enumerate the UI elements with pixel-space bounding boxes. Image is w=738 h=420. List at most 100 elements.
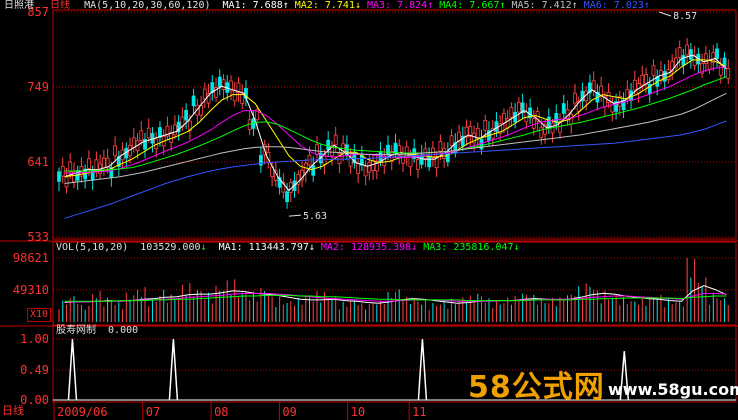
- candle-body: [87, 158, 91, 169]
- indicator-tick-label: 1.00: [20, 332, 49, 346]
- pane-frame-1: [52, 9, 737, 240]
- volume-tick-label: 49310: [13, 283, 49, 297]
- indicator-spike: [168, 338, 179, 401]
- x-tick-label: 2009/06: [57, 405, 108, 419]
- price-tick-label: 533: [27, 230, 49, 244]
- candle-body: [434, 157, 439, 169]
- candle-body: [494, 121, 499, 132]
- candle-body: [408, 156, 413, 168]
- vol-arrow: ↓: [200, 242, 207, 253]
- candle-body: [311, 165, 316, 176]
- candle-body: [397, 145, 402, 156]
- ma-line-ma1: [64, 54, 727, 192]
- candle-body: [715, 48, 719, 60]
- candle-body: [101, 157, 106, 169]
- candle-body: [685, 44, 690, 56]
- candle-body: [546, 116, 551, 128]
- x-tick-label: 09: [282, 405, 296, 419]
- indicator-spike: [67, 338, 78, 401]
- indicator-name: 股寿网制: [56, 325, 96, 336]
- candle-body: [356, 163, 361, 174]
- candle-body: [502, 113, 506, 124]
- candle-body: [191, 95, 196, 107]
- candle-body: [169, 132, 174, 143]
- candle-body: [184, 109, 189, 121]
- candle-body: [113, 145, 117, 157]
- candle-body: [632, 79, 637, 91]
- volume-unit-label: X10: [27, 308, 52, 322]
- price-header: 日照港 日线 MA(5,10,20,30,60,120) MA1: 7.688↑…: [4, 0, 650, 12]
- vol-ma-values: MA1: 113443.797↓ MA2: 128935.398↓ MA3: 235…: [213, 242, 520, 253]
- x-tick-label: 11: [412, 405, 426, 419]
- pane-frame-2: [52, 241, 737, 326]
- x-tick-label: 07: [146, 405, 160, 419]
- indicator-tick-label: 0.49: [20, 363, 49, 377]
- candle-body: [333, 134, 338, 146]
- candle-body: [449, 135, 454, 146]
- indicator-tick-label: 0.00: [20, 393, 49, 407]
- indicator-header: 股寿网制 0.000: [56, 325, 138, 337]
- candle-body: [285, 191, 289, 202]
- candle-body: [509, 107, 514, 118]
- indicator-value: 0.000: [108, 325, 139, 336]
- candle-body: [688, 49, 693, 60]
- candle-body: [726, 68, 731, 79]
- candle-body: [146, 127, 151, 139]
- candle-body: [68, 161, 73, 173]
- candle-body: [640, 74, 645, 86]
- candle-body: [57, 171, 61, 182]
- candle-body: [221, 79, 226, 90]
- candle-body: [561, 103, 566, 114]
- candle-body: [232, 90, 237, 102]
- period-label[interactable]: 日线: [50, 0, 70, 11]
- axis-labels: 85774964153398621493101.000.490.002009/0…: [13, 5, 697, 419]
- candle-body: [651, 65, 656, 76]
- ma-value-6: MA6: 7.023↑: [583, 0, 650, 11]
- candle-body: [64, 176, 69, 188]
- price-tick-label: 749: [27, 80, 49, 94]
- annotation-label: 8.57: [673, 11, 697, 22]
- candle-body: [644, 74, 648, 85]
- candle-body: [173, 124, 177, 136]
- bottom-period-label[interactable]: 日线: [2, 405, 24, 417]
- ma-value-2: MA2: 7.741↓: [294, 0, 361, 11]
- candle-body: [677, 47, 682, 58]
- candle-body: [505, 117, 510, 129]
- candle-body: [662, 71, 667, 82]
- ma-params: MA(5,10,20,30,60,120): [84, 0, 211, 11]
- candle-body: [401, 153, 405, 164]
- candle-body: [367, 161, 372, 173]
- indicator-spike: [417, 338, 428, 401]
- candle-body: [315, 144, 319, 155]
- candle-body: [427, 156, 432, 168]
- candle-body: [386, 144, 390, 156]
- vol-ma-value-1: MA1: 113443.797↓: [218, 242, 315, 253]
- candlestick-series: [57, 38, 731, 209]
- candle-body: [363, 165, 368, 177]
- ma-line-ma2: [64, 59, 727, 178]
- annotation-leader: [658, 11, 672, 17]
- annotation-label: 5.63: [303, 211, 327, 222]
- x-tick-label: 10: [351, 405, 365, 419]
- candle-body: [539, 127, 544, 138]
- candle-body: [202, 88, 207, 100]
- stock-name: 日照港: [4, 0, 34, 11]
- vol-params: VOL(5,10,20): [56, 242, 129, 253]
- chart-grid: [0, 9, 738, 420]
- candle-body: [416, 159, 420, 170]
- vol-ma-value-2: MA2: 128935.398↓: [320, 242, 418, 253]
- candle-body: [516, 101, 521, 113]
- ma-value-5: MA5: 7.412↑: [511, 0, 578, 11]
- candle-body: [139, 130, 144, 141]
- vol-value: 103529.000: [140, 242, 201, 253]
- candle-body: [94, 159, 99, 170]
- ma-values: MA1: 7.688↑ MA2: 7.741↓ MA3: 7.824↑ MA4: 7.…: [217, 0, 650, 11]
- ma-value-4: MA4: 7.667↑: [439, 0, 506, 11]
- price-tick-label: 641: [27, 155, 49, 169]
- candle-body: [423, 148, 428, 159]
- annotation-leader: [288, 214, 301, 217]
- candle-body: [666, 69, 671, 80]
- volume-header: VOL(5,10,20) 103529.000↓ MA1: 113443.797…: [56, 242, 520, 254]
- candle-body: [371, 160, 375, 171]
- candle-body: [475, 127, 480, 139]
